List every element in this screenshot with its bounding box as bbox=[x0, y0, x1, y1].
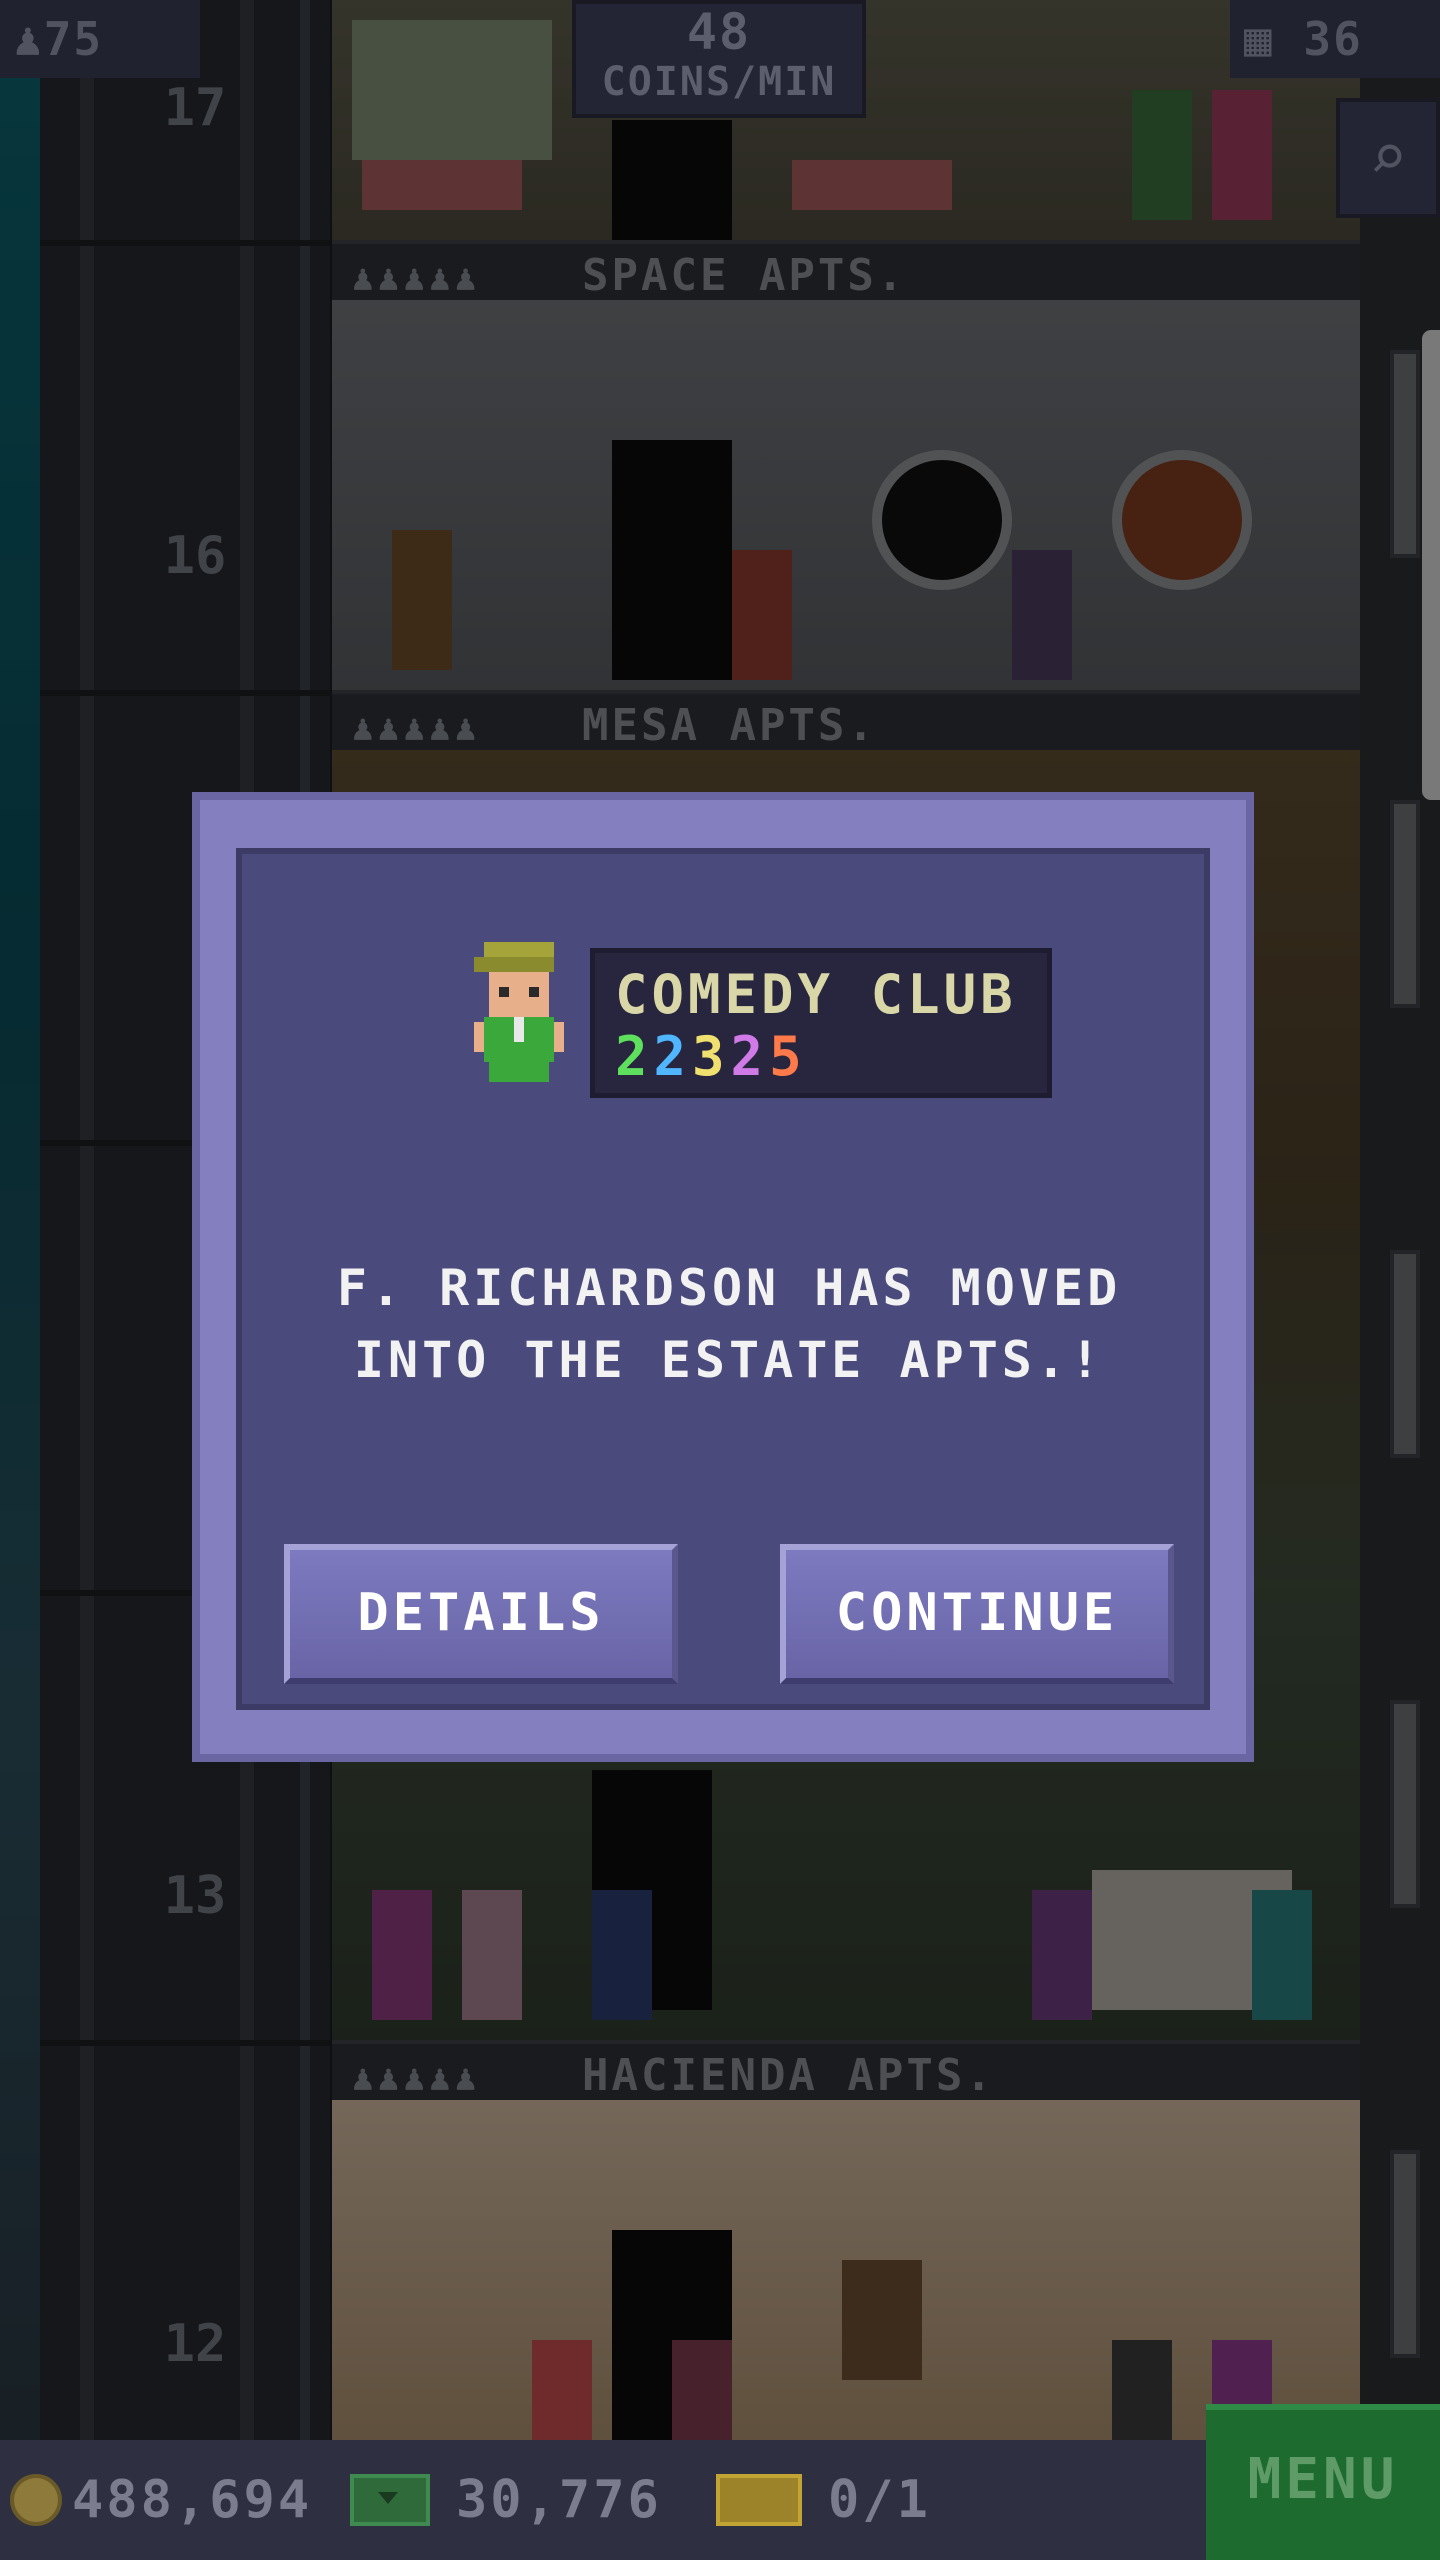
bux-value: 30,776 bbox=[456, 2470, 662, 2530]
job-title: COMEDY CLUB bbox=[615, 963, 1017, 1026]
tickets-counter[interactable]: 0/1 bbox=[716, 2470, 931, 2530]
dialog-body: COMEDY CLUB 22325 F. RICHARDSON HAS MOVE… bbox=[236, 848, 1210, 1710]
ticket-icon bbox=[716, 2474, 802, 2526]
coins-counter[interactable]: 488,694 bbox=[10, 2470, 312, 2530]
bux-icon bbox=[350, 2474, 430, 2526]
tickets-value: 0/1 bbox=[828, 2470, 931, 2530]
continue-button[interactable]: CONTINUE bbox=[780, 1544, 1174, 1684]
message-line: F. RICHARDSON HAS MOVED bbox=[336, 1259, 1122, 1317]
coins-value: 488,694 bbox=[72, 2470, 313, 2530]
job-badge: COMEDY CLUB 22325 bbox=[590, 948, 1052, 1098]
skill-digit: 2 bbox=[615, 1025, 654, 1088]
skill-digits: 22325 bbox=[615, 1025, 1027, 1088]
menu-button[interactable]: MENU bbox=[1206, 2404, 1440, 2560]
skill-digit: 5 bbox=[769, 1025, 808, 1088]
bux-counter[interactable]: 30,776 bbox=[350, 2470, 662, 2530]
move-in-message: F. RICHARDSON HAS MOVED INTO THE ESTATE … bbox=[242, 1252, 1216, 1396]
move-in-dialog: COMEDY CLUB 22325 F. RICHARDSON HAS MOVE… bbox=[192, 792, 1254, 1762]
skill-digit: 3 bbox=[692, 1025, 731, 1088]
message-line: INTO THE ESTATE APTS.! bbox=[353, 1331, 1105, 1389]
coin-icon bbox=[10, 2474, 62, 2526]
skill-digit: 2 bbox=[653, 1025, 693, 1088]
skill-digit: 2 bbox=[730, 1025, 770, 1088]
details-button[interactable]: DETAILS bbox=[284, 1544, 678, 1684]
bitizen-avatar bbox=[474, 942, 564, 1082]
